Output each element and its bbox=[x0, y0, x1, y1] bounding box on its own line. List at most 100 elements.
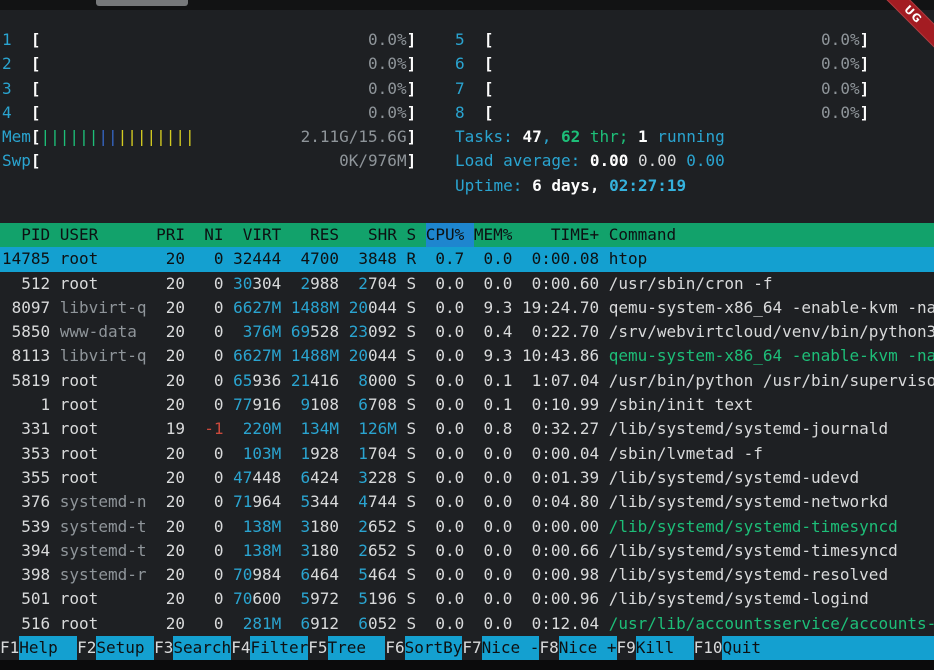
col-header-state[interactable]: S bbox=[406, 223, 416, 247]
cell-cpu-percent: 0.0 bbox=[426, 587, 465, 611]
cell-pid: 5819 bbox=[2, 369, 50, 393]
cell-ni: 0 bbox=[195, 539, 224, 563]
process-row-8097[interactable]: 8097libvirt-q2006627M1488M20044S0.09.319… bbox=[0, 296, 934, 320]
window-drag-handle[interactable] bbox=[96, 0, 188, 6]
fkey-help-button[interactable]: F1Help bbox=[0, 636, 77, 660]
cell-state: S bbox=[406, 393, 416, 417]
cell-time: 0:00.08 bbox=[522, 247, 599, 271]
cpu-meter-8: 8[0.0%] bbox=[455, 101, 869, 125]
process-row-355[interactable]: 355root2004744864243228S0.00.00:01.39/li… bbox=[0, 466, 934, 490]
cell-state: S bbox=[406, 417, 416, 441]
meter-close-bracket: ] bbox=[407, 149, 417, 173]
uptime-clock: 02:27:19 bbox=[609, 174, 686, 198]
cell-cpu-percent: 0.0 bbox=[426, 393, 465, 417]
cell-virt: 70600 bbox=[233, 587, 281, 611]
cell-res: 3180 bbox=[291, 539, 339, 563]
col-header-res[interactable]: RES bbox=[291, 223, 339, 247]
tasks-separator: , bbox=[542, 125, 561, 149]
cell-mem-percent: 9.3 bbox=[474, 296, 513, 320]
cell-pri: 19 bbox=[156, 417, 185, 441]
cell-virt: 32444 bbox=[233, 247, 281, 271]
process-row-1[interactable]: 1root2007791691086708S0.00.10:10.99/sbin… bbox=[0, 393, 934, 417]
col-header-mem[interactable]: MEM% bbox=[474, 223, 513, 247]
process-row-501[interactable]: 501root2007060059725196S0.00.00:00.96/li… bbox=[0, 587, 934, 611]
cpu-meter-7: 7[0.0%] bbox=[455, 77, 869, 101]
process-row-512[interactable]: 512root2003030429882704S0.00.00:00.60/us… bbox=[0, 272, 934, 296]
cell-cpu-percent: 0.0 bbox=[426, 417, 465, 441]
cell-res: 9108 bbox=[291, 393, 339, 417]
col-header-virt[interactable]: VIRT bbox=[233, 223, 281, 247]
fkey-quit-button[interactable]: F10Quit bbox=[694, 636, 934, 660]
cell-user: root bbox=[60, 442, 147, 466]
process-row-331[interactable]: 331root19-1220M134M126MS0.00.80:32.27/li… bbox=[0, 417, 934, 441]
fkey-key-label: F3 bbox=[154, 636, 173, 660]
cell-user: libvirt-q bbox=[60, 344, 147, 368]
cell-virt: 376M bbox=[233, 320, 281, 344]
uptime-label: Uptime: bbox=[455, 174, 532, 198]
fkey-key-label: F2 bbox=[77, 636, 96, 660]
col-header-pid[interactable]: PID bbox=[2, 223, 50, 247]
mem-label: Mem bbox=[2, 125, 31, 149]
fkey-filter-button[interactable]: F4Filter bbox=[231, 636, 308, 660]
process-row-376[interactable]: 376systemd-n2007196453444744S0.00.00:04.… bbox=[0, 490, 934, 514]
col-header-user[interactable]: USER bbox=[60, 223, 147, 247]
cell-user: systemd-n bbox=[60, 490, 147, 514]
cell-pid: 398 bbox=[2, 563, 50, 587]
cell-pid: 376 bbox=[2, 490, 50, 514]
cell-shr: 20044 bbox=[349, 296, 397, 320]
process-row-516[interactable]: 516root200281M69126052S0.00.00:12.04/usr… bbox=[0, 612, 934, 636]
col-header-ni[interactable]: NI bbox=[195, 223, 224, 247]
header-area: 1[0.0%]2[0.0%]3[0.0%]4[0.0%] Mem[|||||||… bbox=[0, 28, 934, 223]
cell-ni: 0 bbox=[195, 272, 224, 296]
cell-command: htop bbox=[609, 247, 934, 271]
cell-command: /lib/systemd/systemd-timesyncd bbox=[609, 539, 934, 563]
cell-pri: 20 bbox=[156, 344, 185, 368]
cell-command: /lib/systemd/systemd-networkd bbox=[609, 490, 934, 514]
cell-time: 0:00.96 bbox=[522, 587, 599, 611]
process-row-5819[interactable]: 5819root20065936214168000S0.00.11:07.04/… bbox=[0, 369, 934, 393]
cell-pid: 355 bbox=[2, 466, 50, 490]
cell-command: /usr/sbin/cron -f bbox=[609, 272, 934, 296]
process-row-539[interactable]: 539systemd-t200138M31802652S0.00.00:00.0… bbox=[0, 515, 934, 539]
fkey-action-label: Nice + bbox=[559, 636, 617, 660]
process-row-5850[interactable]: 5850www-data200376M6952823092S0.00.40:22… bbox=[0, 320, 934, 344]
fkey-action-label: Setup bbox=[96, 636, 154, 660]
fkey-sortby-button[interactable]: F6SortBy bbox=[385, 636, 462, 660]
fkey-tree-button[interactable]: F5Tree bbox=[308, 636, 385, 660]
cell-state: S bbox=[406, 320, 416, 344]
fkey-nice--button[interactable]: F7Nice - bbox=[462, 636, 539, 660]
top-chrome-strip bbox=[0, 0, 934, 10]
cell-user: root bbox=[60, 417, 147, 441]
col-header-command[interactable]: Command bbox=[609, 223, 934, 247]
cell-user: root bbox=[60, 247, 147, 271]
cell-shr: 2652 bbox=[349, 515, 397, 539]
cell-shr: 4744 bbox=[349, 490, 397, 514]
running-count: 1 bbox=[638, 125, 648, 149]
running-label: running bbox=[648, 125, 725, 149]
col-header-shr[interactable]: SHR bbox=[349, 223, 397, 247]
cell-pid: 8113 bbox=[2, 344, 50, 368]
fkey-search-button[interactable]: F3Search bbox=[154, 636, 231, 660]
process-row-398[interactable]: 398systemd-r2007098464645464S0.00.00:00.… bbox=[0, 563, 934, 587]
fkey-action-label: Filter bbox=[250, 636, 308, 660]
fkey-key-label: F6 bbox=[385, 636, 404, 660]
process-row-14785[interactable]: 14785root2003244447003848R0.70.00:00.08h… bbox=[0, 247, 934, 271]
cell-shr: 23092 bbox=[349, 320, 397, 344]
process-row-394[interactable]: 394systemd-t200138M31802652S0.00.00:00.6… bbox=[0, 539, 934, 563]
fkey-nice--button[interactable]: F8Nice + bbox=[539, 636, 616, 660]
cpu-meter-5: 5[0.0%] bbox=[455, 28, 869, 52]
meters-right-column: 5[0.0%]6[0.0%]7[0.0%]8[0.0%] Tasks: 47, … bbox=[455, 28, 869, 198]
fkey-kill-button[interactable]: F9Kill bbox=[617, 636, 694, 660]
load-five-minute: 0.00 bbox=[638, 149, 686, 173]
cell-mem-percent: 9.3 bbox=[474, 344, 513, 368]
fkey-setup-button[interactable]: F2Setup bbox=[77, 636, 154, 660]
cell-virt: 71964 bbox=[233, 490, 281, 514]
col-header-pri[interactable]: PRI bbox=[156, 223, 185, 247]
process-row-353[interactable]: 353root200103M19281704S0.00.00:00.04/sbi… bbox=[0, 442, 934, 466]
cell-shr: 1704 bbox=[349, 442, 397, 466]
process-row-8113[interactable]: 8113libvirt-q2006627M1488M20044S0.09.310… bbox=[0, 344, 934, 368]
col-header-cpu-sorted[interactable]: CPU% bbox=[426, 223, 474, 247]
cell-time: 0:32.27 bbox=[522, 417, 599, 441]
cell-pid: 8097 bbox=[2, 296, 50, 320]
col-header-time[interactable]: TIME+ bbox=[522, 223, 599, 247]
